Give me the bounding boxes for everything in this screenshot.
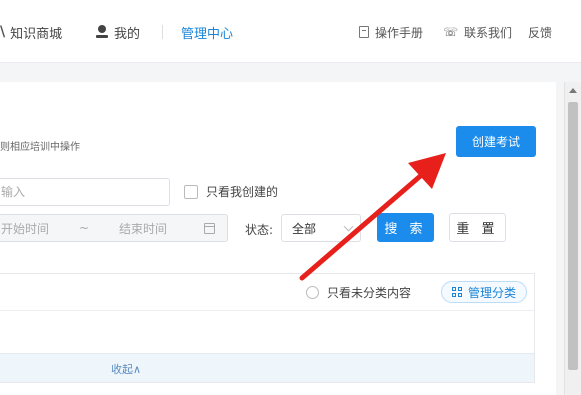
end-date-field[interactable]: 结束时间 xyxy=(119,220,167,237)
category-divider xyxy=(0,310,534,311)
calendar-icon[interactable] xyxy=(204,223,215,234)
search-button[interactable]: 搜 索 xyxy=(377,213,434,242)
search-input[interactable] xyxy=(0,178,170,206)
collapse-toggle[interactable]: 收起∧ xyxy=(111,361,141,377)
nav-mine[interactable]: 我的 xyxy=(96,22,140,42)
only-mine-label: 只看我创建的 xyxy=(206,185,279,199)
logo-icon: \ xyxy=(0,24,5,40)
nav-admin-center-label: 管理中心 xyxy=(181,26,234,42)
uncategorized-label: 只看未分类内容 xyxy=(327,286,412,300)
nav-contact[interactable]: ☏ 联系我们 xyxy=(443,22,512,42)
chevron-down-icon xyxy=(343,221,354,232)
nav-admin-center[interactable]: 管理中心 xyxy=(181,22,233,42)
nav-feedback[interactable]: 反馈 xyxy=(528,22,552,42)
status-label: 状态: xyxy=(245,223,274,237)
uncategorized-filter[interactable]: 只看未分类内容 xyxy=(306,284,411,301)
nav-knowledge-mall-label: 知识商城 xyxy=(10,26,63,42)
page-hint-text: 则相应培训中操作 xyxy=(0,142,80,153)
status-selected-value: 全部 xyxy=(292,221,317,236)
manage-category-label: 管理分类 xyxy=(467,285,516,300)
nav-divider xyxy=(162,25,163,39)
top-nav-bar: \ 知识商城 我的 管理中心 操作手册 ☏ 联系我们 反馈 xyxy=(0,0,581,63)
nav-contact-label: 联系我们 xyxy=(464,25,513,40)
grid-icon xyxy=(451,287,462,297)
manage-category-button[interactable]: 管理分类 xyxy=(441,281,527,303)
manual-book-icon xyxy=(359,26,369,38)
start-date-field[interactable]: 开始时间 xyxy=(1,220,49,237)
category-footer: 收起∧ xyxy=(0,353,534,382)
nav-manual-label: 操作手册 xyxy=(375,25,424,40)
scroll-up-arrow-icon[interactable] xyxy=(569,88,577,93)
only-mine-checkbox[interactable] xyxy=(184,184,198,199)
scroll-thumb[interactable] xyxy=(568,102,578,370)
date-range-separator: ~ xyxy=(79,221,90,235)
date-range-picker[interactable]: 开始时间 ~ 结束时间 xyxy=(0,214,228,242)
vertical-scrollbar[interactable] xyxy=(564,82,581,395)
nav-knowledge-mall[interactable]: \ 知识商城 xyxy=(0,22,62,42)
reset-button[interactable]: 重 置 xyxy=(449,213,506,242)
uncategorized-radio[interactable] xyxy=(306,286,319,299)
phone-icon: ☏ xyxy=(443,25,459,39)
status-select[interactable]: 全部 xyxy=(281,214,361,242)
only-mine-filter[interactable]: 只看我创建的 xyxy=(184,183,278,200)
create-exam-button[interactable]: 创建考试 xyxy=(456,126,536,157)
nav-mine-label: 我的 xyxy=(114,26,141,42)
user-icon xyxy=(96,25,108,39)
nav-manual[interactable]: 操作手册 xyxy=(359,22,423,42)
nav-feedback-label: 反馈 xyxy=(528,25,553,40)
